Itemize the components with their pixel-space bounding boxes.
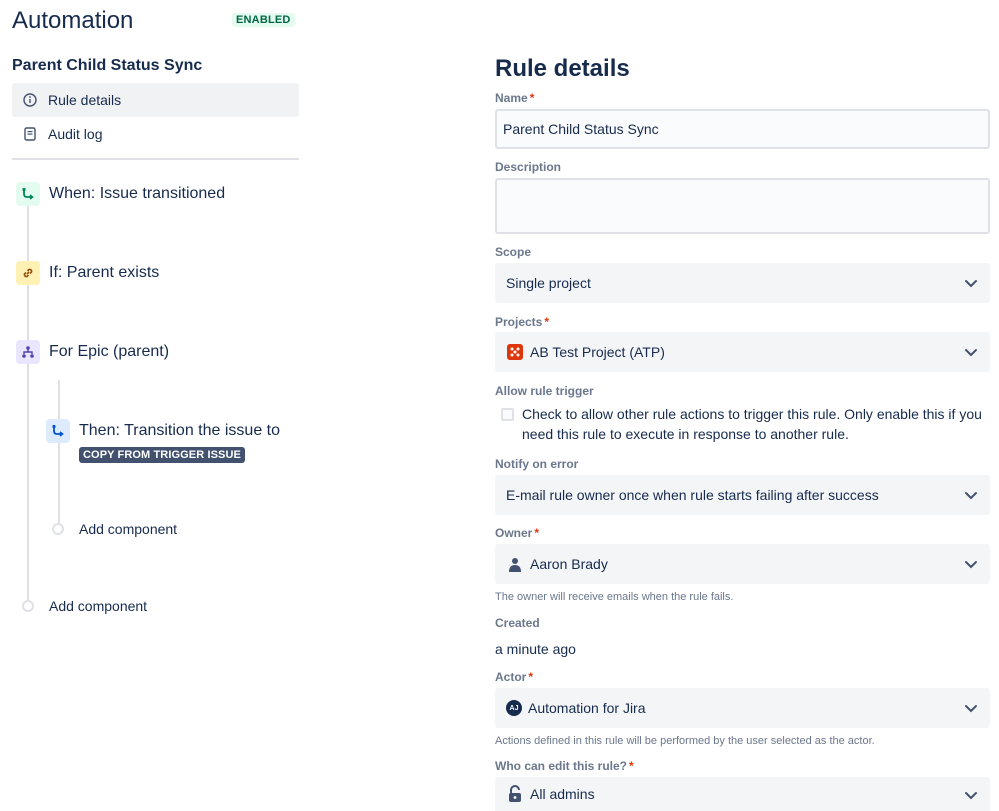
actor-select[interactable]: AJ Automation for Jira: [495, 688, 990, 728]
name-label: Name *: [495, 91, 535, 105]
add-component-button[interactable]: Add component: [79, 521, 177, 537]
allow-trigger-label: Allow rule trigger: [495, 384, 594, 398]
allow-trigger-checkbox[interactable]: [501, 408, 514, 421]
owner-select[interactable]: Aaron Brady: [495, 544, 990, 584]
condition-label[interactable]: If: Parent exists: [49, 264, 159, 282]
projects-label: Projects *: [495, 315, 550, 329]
add-component-button[interactable]: Add component: [49, 598, 147, 614]
rule-name: Parent Child Status Sync: [12, 57, 203, 74]
trigger-icon[interactable]: [16, 182, 40, 206]
owner-label: Owner *: [495, 526, 540, 540]
created-label: Created: [495, 616, 540, 630]
sidebar-divider: [12, 158, 299, 160]
add-component-dot: [22, 600, 34, 612]
info-icon: [22, 92, 38, 108]
editors-label: Who can edit this rule? *: [495, 759, 634, 773]
notify-select[interactable]: E-mail rule owner once when rule starts …: [495, 475, 990, 515]
add-component-dot: [52, 523, 64, 535]
chevron-down-icon: [965, 705, 977, 713]
link-icon[interactable]: [16, 261, 40, 285]
page-title: Automation: [12, 7, 134, 34]
actor-helper-text: Actions defined in this rule will be per…: [495, 735, 875, 747]
user-avatar: [506, 555, 524, 573]
chevron-down-icon: [965, 280, 977, 288]
status-badge: ENABLED: [232, 13, 295, 27]
scope-label: Scope: [495, 245, 532, 259]
sidebar-item-label: Rule details: [48, 92, 122, 108]
branch-icon[interactable]: [16, 340, 40, 364]
section-title: Rule details: [495, 55, 630, 82]
action-label[interactable]: Then: Transition the issue to: [79, 422, 280, 440]
created-value: a minute ago: [495, 641, 576, 657]
description-field[interactable]: [495, 178, 990, 234]
unlock-icon: [506, 785, 524, 803]
document-icon: [22, 126, 38, 142]
scope-select[interactable]: Single project: [495, 263, 990, 303]
trigger-label[interactable]: When: Issue transitioned: [49, 185, 225, 203]
automation-avatar: AJ: [506, 700, 522, 716]
name-field[interactable]: Parent Child Status Sync: [495, 109, 990, 149]
sidebar-item-label: Audit log: [48, 126, 103, 142]
branch-label[interactable]: For Epic (parent): [49, 343, 169, 361]
chevron-down-icon: [965, 492, 977, 500]
projects-select[interactable]: AB Test Project (ATP): [495, 332, 990, 372]
chevron-down-icon: [965, 561, 977, 569]
allow-trigger-text[interactable]: Check to allow other rule actions to tri…: [522, 404, 987, 444]
description-label: Description: [495, 160, 562, 174]
actor-label: Actor *: [495, 670, 534, 684]
action-value-badge: COPY FROM TRIGGER ISSUE: [79, 447, 245, 463]
tree-connector-branch: [58, 380, 60, 525]
action-icon[interactable]: [46, 419, 70, 443]
sidebar-item-audit-log[interactable]: Audit log: [12, 117, 299, 151]
chevron-down-icon: [965, 349, 977, 357]
notify-label: Notify on error: [495, 457, 579, 471]
chevron-down-icon: [965, 792, 977, 800]
sidebar-item-rule-details[interactable]: Rule details: [12, 83, 299, 117]
owner-helper-text: The owner will receive emails when the r…: [495, 591, 734, 603]
project-icon: [506, 343, 524, 361]
editors-select[interactable]: All admins: [495, 777, 990, 811]
